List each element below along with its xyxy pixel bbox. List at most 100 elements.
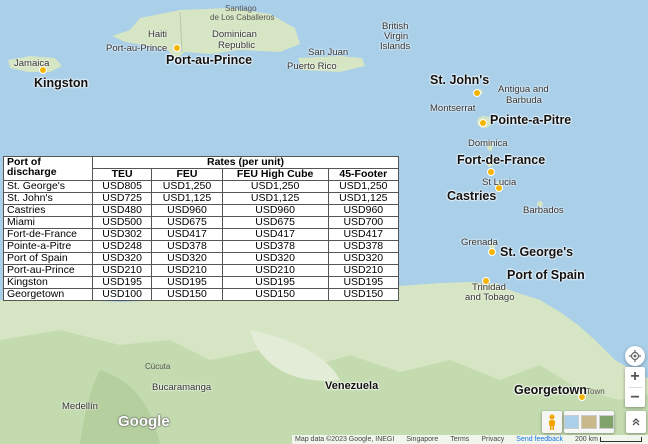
layer-satellite-thumb[interactable] xyxy=(598,415,614,429)
table-row: Miami USD500 USD675 USD675 USD700 xyxy=(3,216,400,229)
label-jamaica: Jamaica xyxy=(14,58,50,69)
rate-cell: USD500 xyxy=(91,216,153,229)
map-footer: Map data ©2023 Google, INEGI Singapore T… xyxy=(292,435,648,444)
label-dominica: Dominica xyxy=(468,138,508,149)
label-de-los-caballeros: de Los Caballeros xyxy=(210,13,275,22)
rate-cell: USD1,125 xyxy=(221,192,329,205)
rate-cell: USD417 xyxy=(151,228,223,241)
terms-link[interactable]: Terms xyxy=(450,436,469,443)
rate-cell: USD100 xyxy=(91,288,153,301)
label-haiti: Haiti xyxy=(148,29,168,40)
label-venezuela: Venezuela xyxy=(325,380,379,392)
marker-fort-de-france xyxy=(487,168,495,176)
label-dominican: Dominican xyxy=(212,29,257,40)
port-cell: Georgetown xyxy=(3,288,93,301)
rate-cell: USD1,125 xyxy=(151,192,223,205)
rate-cell: USD210 xyxy=(221,264,329,277)
label-puerto-rico: Puerto Rico xyxy=(287,61,337,72)
table-row: St. John's USD725 USD1,125 USD1,125 USD1,125 xyxy=(3,192,400,205)
table-row: Georgetown USD100 USD150 USD150 USD150 xyxy=(3,288,400,301)
rate-cell: USD150 xyxy=(327,288,400,301)
rate-cell: USD248 xyxy=(91,240,153,253)
port-cell: Port of Spain xyxy=(3,252,93,265)
scale-bar[interactable]: 200 km xyxy=(575,436,642,443)
rate-cell: USD195 xyxy=(221,276,329,289)
table-row: Kingston USD195 USD195 USD195 USD195 xyxy=(3,276,400,289)
label-fort-de-france: Fort-de-France xyxy=(457,153,546,167)
label-port-of-spain: Port of Spain xyxy=(507,268,585,282)
rate-cell: USD320 xyxy=(327,252,400,265)
zoom-out-button[interactable]: − xyxy=(630,388,639,407)
rate-cell: USD195 xyxy=(151,276,223,289)
label-republic: Republic xyxy=(218,40,255,51)
my-location-button[interactable] xyxy=(625,346,645,366)
col-45-footer: 45-Footer xyxy=(327,168,400,181)
layers-thumbnails[interactable] xyxy=(564,411,614,433)
label-grenada: Grenada xyxy=(461,237,498,248)
region-link[interactable]: Singapore xyxy=(406,436,438,443)
rate-cell: USD960 xyxy=(151,204,223,217)
rate-cell: USD700 xyxy=(327,216,400,229)
layer-map-thumb[interactable] xyxy=(564,415,580,429)
table-row: Fort-de-France USD302 USD417 USD417 USD417 xyxy=(3,228,400,241)
table-row: Port-au-Prince USD210 USD210 USD210 USD210 xyxy=(3,264,400,277)
port-cell: Port-au-Prince xyxy=(3,264,93,277)
label-san-juan: San Juan xyxy=(308,47,349,58)
rate-cell: USD320 xyxy=(91,252,153,265)
map-data-attribution: Map data ©2023 Google, INEGI xyxy=(295,436,395,443)
table-row: Port of Spain USD320 USD320 USD320 USD320 xyxy=(3,252,400,265)
rate-cell: USD1,250 xyxy=(151,180,223,193)
rate-cell: USD378 xyxy=(221,240,329,253)
port-cell: Miami xyxy=(3,216,93,229)
google-logo: Google xyxy=(118,413,170,430)
layer-terrain-thumb[interactable] xyxy=(581,415,597,429)
port-cell: Castries xyxy=(3,204,93,217)
rate-cell: USD210 xyxy=(327,264,400,277)
rate-cell: USD195 xyxy=(327,276,400,289)
label-port-au-prince: Port-au-Prince xyxy=(166,53,253,67)
label-medellin: Medellín xyxy=(62,401,98,412)
privacy-link[interactable]: Privacy xyxy=(481,436,504,443)
zoom-control: + − xyxy=(625,367,645,407)
label-st-johns: St. John's xyxy=(430,73,490,87)
label-town: Town xyxy=(586,387,605,396)
port-cell: St. George's xyxy=(3,180,93,193)
rate-cell: USD805 xyxy=(91,180,153,193)
label-st-georges: St. George's xyxy=(500,245,574,259)
rate-cell: USD1,250 xyxy=(221,180,329,193)
label-cucuta: Cúcuta xyxy=(145,362,171,371)
rate-cell: USD675 xyxy=(221,216,329,229)
rate-cell: USD150 xyxy=(151,288,223,301)
col-feu: FEU xyxy=(151,168,223,181)
label-bucaramanga: Bucaramanga xyxy=(152,382,212,393)
rate-cell: USD302 xyxy=(91,228,153,241)
rate-cell: USD378 xyxy=(151,240,223,253)
send-feedback-link[interactable]: Send feedback xyxy=(516,436,563,443)
street-view-pegman[interactable] xyxy=(542,411,562,433)
label-tobago: and Tobago xyxy=(465,292,515,303)
table-row: Pointe-a-Pitre USD248 USD378 USD378 USD378 xyxy=(3,240,400,253)
label-pointe-a-pitre: Pointe-a-Pitre xyxy=(490,113,572,127)
label-port-au-prince-small: Port-au-Prince xyxy=(106,43,168,54)
table-row: St. George's USD805 USD1,250 USD1,250 USD1,2… xyxy=(3,180,400,193)
label-montserrat: Montserrat xyxy=(430,103,476,114)
zoom-in-button[interactable]: + xyxy=(630,367,639,387)
table-header-row: Port of discharge Rates (per unit) xyxy=(3,156,399,181)
marker-st-georges xyxy=(488,248,496,256)
rate-cell: USD675 xyxy=(151,216,223,229)
rate-cell: USD195 xyxy=(91,276,153,289)
label-st-lucia: St Lucia xyxy=(482,177,517,188)
rate-cell: USD417 xyxy=(221,228,329,241)
port-cell: Fort-de-France xyxy=(3,228,93,241)
table-row: Castries USD480 USD960 USD960 USD960 xyxy=(3,204,400,217)
scale-label: 200 km xyxy=(574,436,598,443)
label-antigua: Antigua and xyxy=(498,84,549,95)
expand-layers-button[interactable] xyxy=(626,411,646,433)
crosshair-icon xyxy=(629,350,641,362)
col-teu: TEU xyxy=(91,168,153,181)
rates-table: Port of discharge Rates (per unit) TEU F… xyxy=(3,156,400,301)
rate-cell: USD378 xyxy=(327,240,400,253)
port-cell: Pointe-a-Pitre xyxy=(3,240,93,253)
pegman-icon xyxy=(549,414,555,430)
label-kingston: Kingston xyxy=(34,76,89,90)
